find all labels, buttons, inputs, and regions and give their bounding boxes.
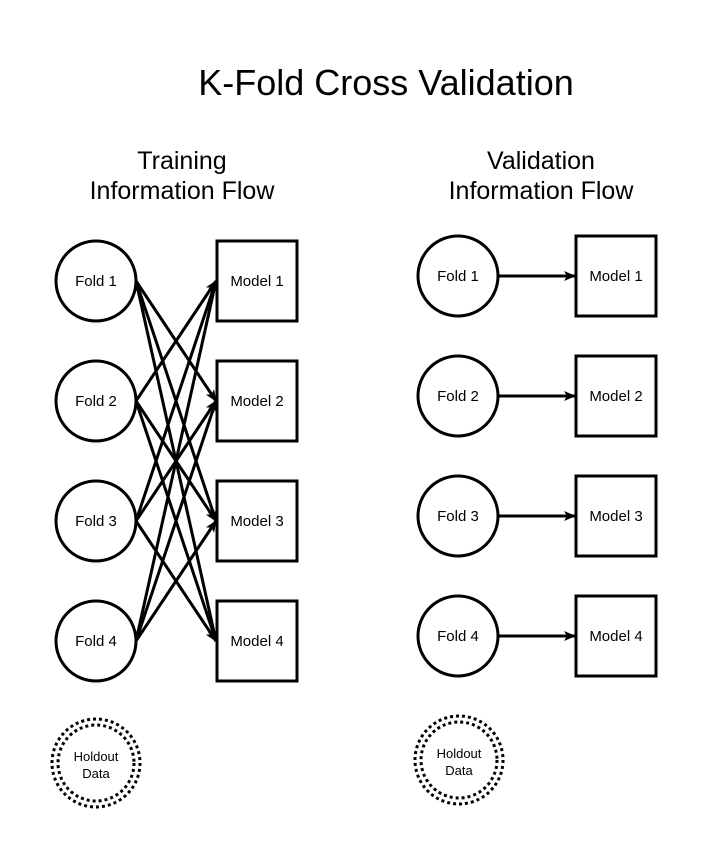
fold-label: Fold 3 xyxy=(75,513,117,530)
model-label: Model 1 xyxy=(589,268,642,285)
edges-layer xyxy=(134,271,576,642)
holdout-label-line2: Data xyxy=(82,766,110,781)
model-label: Model 4 xyxy=(230,633,283,650)
holdout-label-line2: Data xyxy=(445,763,473,778)
validation-holdout-node: Holdout Data xyxy=(413,714,505,806)
fold-label: Fold 2 xyxy=(75,393,117,410)
fold-label: Fold 4 xyxy=(437,628,479,645)
fold-label: Fold 1 xyxy=(75,273,117,290)
validation-fold-node: Fold 2 xyxy=(416,354,500,438)
model-label: Model 3 xyxy=(230,513,283,530)
model-label: Model 2 xyxy=(589,388,642,405)
validation-model-node: Model 2 xyxy=(574,354,658,438)
training-holdout-node: Holdout Data xyxy=(50,717,142,809)
model-label: Model 4 xyxy=(589,628,642,645)
training-fold-node: Fold 1 xyxy=(54,239,138,323)
validation-model-node: Model 3 xyxy=(574,474,658,558)
model-label: Model 1 xyxy=(230,273,283,290)
model-label: Model 2 xyxy=(230,393,283,410)
diagram-canvas: Fold 1 Fold 2 Fold 3 Fold 4 Model 1 Model 2 Mo… xyxy=(50,234,658,809)
model-label: Model 3 xyxy=(589,508,642,525)
training-model-node: Model 1 xyxy=(215,239,299,323)
validation-model-node: Model 4 xyxy=(574,594,658,678)
validation-fold-node: Fold 1 xyxy=(416,234,500,318)
training-fold-node: Fold 3 xyxy=(54,479,138,563)
training-model-node: Model 3 xyxy=(215,479,299,563)
validation-fold-node: Fold 4 xyxy=(416,594,500,678)
fold-label: Fold 3 xyxy=(437,508,479,525)
holdout-label-line1: Holdout xyxy=(437,746,482,761)
holdout-label-line1: Holdout xyxy=(74,749,119,764)
fold-label: Fold 1 xyxy=(437,268,479,285)
fold-label: Fold 2 xyxy=(437,388,479,405)
fold-label: Fold 4 xyxy=(75,633,117,650)
training-model-node: Model 4 xyxy=(215,599,299,683)
training-fold-node: Fold 4 xyxy=(54,599,138,683)
training-model-node: Model 2 xyxy=(215,359,299,443)
validation-fold-node: Fold 3 xyxy=(416,474,500,558)
validation-model-node: Model 1 xyxy=(574,234,658,318)
training-fold-node: Fold 2 xyxy=(54,359,138,443)
nodes-layer: Fold 1 Fold 2 Fold 3 Fold 4 Model 1 Model 2 Mo… xyxy=(50,234,658,809)
